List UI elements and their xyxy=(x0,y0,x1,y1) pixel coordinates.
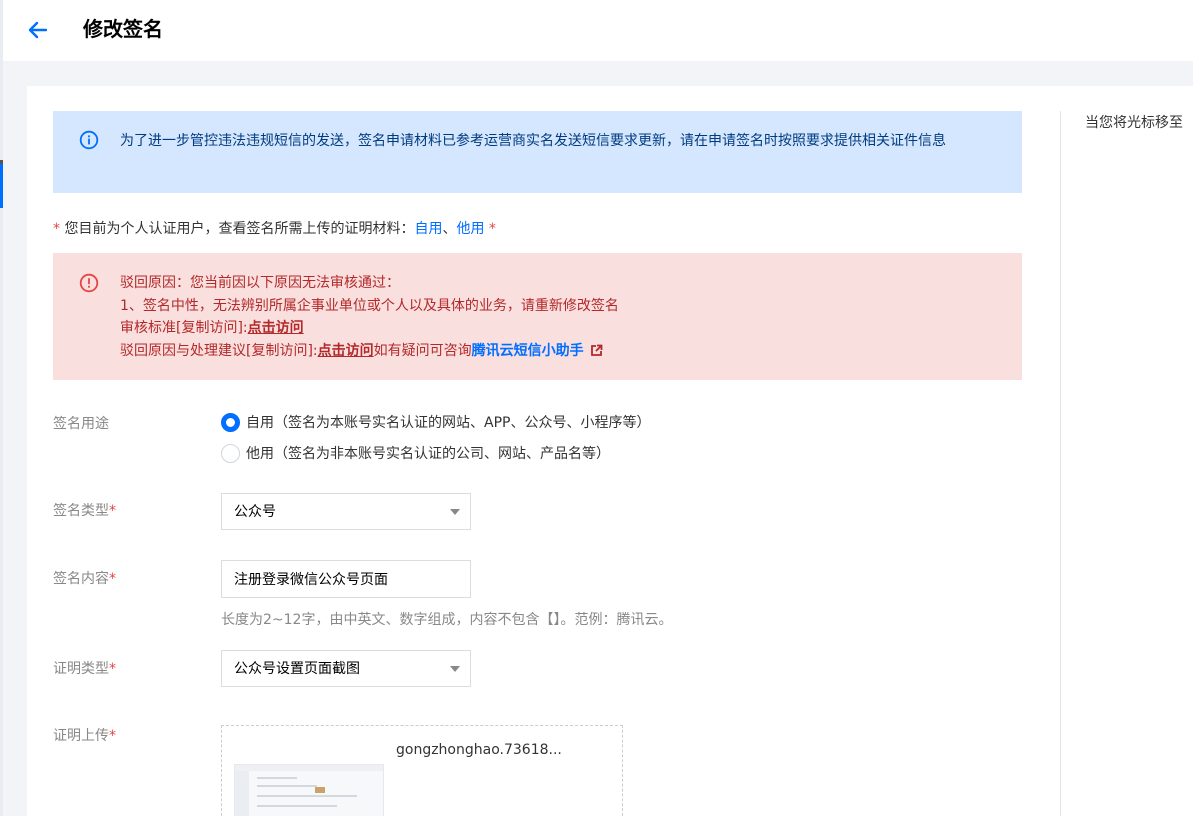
notice-separator: 、 xyxy=(442,221,457,237)
proof-type-select[interactable]: 公众号设置页面截图 xyxy=(221,650,471,687)
usage-option-label: 自用（签名为本账号实名认证的网站、APP、公众号、小程序等） xyxy=(246,415,651,431)
sign-content-input[interactable] xyxy=(221,560,471,598)
thumb-toolbar xyxy=(235,765,383,771)
info-alert: 为了进一步管控违法违规短信的发送，签名申请材料已参考运营商实名发送短信要求更新，… xyxy=(53,111,1022,193)
left-nav-strip xyxy=(0,0,3,816)
proof-upload-label: 证明上传* xyxy=(53,726,116,746)
info-circle-icon xyxy=(79,130,99,150)
radio-checked-icon xyxy=(221,412,240,432)
sms-helper-link[interactable]: 腾讯云短信小助手 xyxy=(472,343,584,359)
side-divider xyxy=(1060,111,1061,816)
thumb-highlight xyxy=(315,787,325,793)
thumb-sidebar xyxy=(235,771,249,816)
usage-label: 签名用途 xyxy=(53,416,109,432)
caret-down-icon xyxy=(450,666,460,672)
reject-reason-title: 驳回原因：您当前因以下原因无法审核通过： xyxy=(120,275,400,291)
review-standard-link[interactable]: 点击访问 xyxy=(248,320,304,336)
sign-type-select[interactable]: 公众号 xyxy=(221,493,471,530)
proof-type-value: 公众号设置页面截图 xyxy=(234,661,360,677)
info-alert-text: 为了进一步管控违法违规短信的发送，签名申请材料已参考运营商实名发送短信要求更新，… xyxy=(120,133,946,149)
uploaded-file-name: gongzhonghao.73618... xyxy=(396,742,562,758)
suggestion-line: 驳回原因与处理建议[复制访问]:点击访问如有疑问可咨询腾讯云短信小助手 xyxy=(120,340,619,363)
usage-option-other[interactable]: 他用（签名为非本账号实名认证的公司、网站、产品名等） xyxy=(221,442,610,464)
review-standard-line: 审核标准[复制访问]:点击访问 xyxy=(120,317,619,340)
usage-option-label: 他用（签名为非本账号实名认证的公司、网站、产品名等） xyxy=(246,446,610,462)
main-card: 当您将光标移至 为了进一步管控违法违规短信的发送，签名申请材料已参考运营商实名发… xyxy=(27,86,1193,816)
sign-type-label-text: 签名类型 xyxy=(53,503,109,519)
suggestion-label: 驳回原因与处理建议[复制访问]: xyxy=(120,342,318,359)
required-mark: * xyxy=(109,728,116,744)
auth-notice: * 您目前为个人认证用户，查看签名所需上传的证明材料：自用、他用 * xyxy=(53,219,496,239)
required-mark: * xyxy=(53,221,60,237)
reject-alert: 驳回原因：您当前因以下原因无法审核通过： 1、签名中性，无法辨别所属企事业单位或… xyxy=(53,253,1022,380)
page-title: 修改签名 xyxy=(83,17,163,41)
proof-type-label-text: 证明类型 xyxy=(53,661,109,677)
sign-content-help: 长度为2~12字，由中英文、数字组成，内容不包含【】。范例：腾讯云。 xyxy=(221,612,673,628)
proof-type-label: 证明类型* xyxy=(53,659,116,679)
page-header: 修改签名 xyxy=(3,0,1193,61)
required-mark: * xyxy=(109,571,116,587)
reject-reason-detail: 1、签名中性，无法辨别所属企事业单位或个人以及具体的业务，请重新修改签名 xyxy=(120,297,619,314)
upload-area[interactable]: gongzhonghao.73618... xyxy=(221,725,623,816)
caret-down-icon xyxy=(450,509,460,515)
suggestion-link[interactable]: 点击访问 xyxy=(318,343,374,359)
thumb-line xyxy=(257,777,297,779)
auth-notice-text: 您目前为个人认证用户，查看签名所需上传的证明材料： xyxy=(60,221,415,237)
trailing-required-mark: * xyxy=(484,221,496,237)
required-mark: * xyxy=(109,661,116,677)
uploaded-image-thumbnail[interactable] xyxy=(234,764,384,816)
error-circle-icon xyxy=(79,273,99,293)
external-link-icon[interactable] xyxy=(590,342,603,356)
side-panel-hint: 当您将光标移至 xyxy=(1085,115,1183,131)
required-mark: * xyxy=(109,503,116,519)
back-arrow-icon[interactable] xyxy=(25,17,51,43)
other-use-link[interactable]: 他用 xyxy=(456,221,484,237)
self-use-link[interactable]: 自用 xyxy=(414,221,442,237)
usage-option-self[interactable]: 自用（签名为本账号实名认证的网站、APP、公众号、小程序等） xyxy=(221,411,650,433)
proof-upload-label-text: 证明上传 xyxy=(53,728,109,744)
sign-content-label-text: 签名内容 xyxy=(53,571,109,587)
thumb-line xyxy=(257,795,357,797)
reject-alert-lines: 驳回原因：您当前因以下原因无法审核通过： 1、签名中性，无法辨别所属企事业单位或… xyxy=(120,272,619,362)
sign-type-value: 公众号 xyxy=(234,504,276,520)
thumb-line xyxy=(257,785,317,787)
radio-unchecked-icon xyxy=(221,443,240,463)
sign-type-label: 签名类型* xyxy=(53,501,116,521)
sign-content-label: 签名内容* xyxy=(53,569,116,589)
review-standard-label: 审核标准[复制访问]: xyxy=(120,320,248,336)
consult-text: 如有疑问可咨询 xyxy=(373,342,472,359)
nav-active-indicator xyxy=(0,164,3,208)
thumb-line xyxy=(257,805,337,807)
